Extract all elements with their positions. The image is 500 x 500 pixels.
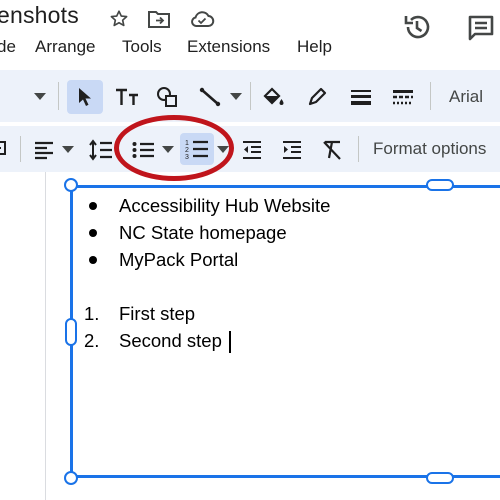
cloud-saved-icon[interactable] (189, 8, 215, 35)
menu-tools[interactable]: Tools (122, 37, 162, 57)
list-item[interactable]: NC State homepage (119, 222, 287, 244)
comments-icon[interactable] (466, 13, 496, 48)
document-title[interactable]: enshots (0, 2, 79, 29)
number-marker: 1. (84, 303, 100, 324)
decrease-indent-icon[interactable] (238, 136, 266, 164)
list-item[interactable]: First step (119, 303, 195, 325)
zoom-dropdown-icon[interactable] (32, 87, 48, 107)
number-marker: 2. (84, 330, 100, 351)
font-family-select[interactable]: Arial (449, 87, 483, 107)
border-dash-icon[interactable] (388, 80, 418, 114)
line-spacing-icon[interactable] (86, 136, 116, 164)
version-history-icon[interactable] (402, 12, 432, 47)
toolbar-divider (430, 82, 431, 110)
menu-help[interactable]: Help (297, 37, 332, 57)
text-cursor (229, 331, 231, 353)
highlight-circle-annotation (114, 115, 234, 181)
move-folder-icon[interactable] (147, 8, 171, 35)
select-tool-icon[interactable] (67, 80, 103, 114)
toolbar-divider (358, 136, 359, 162)
resize-handle-left[interactable] (65, 318, 77, 346)
shape-icon[interactable] (152, 80, 182, 114)
format-options-button[interactable]: Format options (373, 139, 486, 159)
insert-link-partial-icon[interactable] (0, 137, 10, 159)
border-color-icon[interactable] (302, 80, 332, 114)
list-item[interactable]: Accessibility Hub Website (119, 195, 330, 217)
menu-slide[interactable]: de (0, 37, 16, 57)
list-item[interactable]: Second step (119, 330, 222, 352)
toolbar-divider (20, 136, 21, 162)
star-icon[interactable] (108, 8, 130, 35)
resize-handle-top-left[interactable] (64, 178, 78, 192)
resize-handle-bottom-left[interactable] (64, 471, 78, 485)
toolbar-divider (250, 82, 251, 110)
bullet-marker (89, 229, 97, 237)
text-box-icon[interactable] (112, 80, 142, 114)
line-dropdown-icon[interactable] (228, 87, 244, 107)
list-item[interactable]: MyPack Portal (119, 249, 238, 271)
bullet-marker (89, 256, 97, 264)
bullet-marker (89, 202, 97, 210)
menu-arrange[interactable]: Arrange (35, 37, 95, 57)
align-icon[interactable] (30, 136, 58, 164)
fill-color-icon[interactable] (258, 80, 288, 114)
align-dropdown-icon[interactable] (60, 142, 76, 158)
increase-indent-icon[interactable] (278, 136, 306, 164)
resize-handle-bottom[interactable] (426, 472, 454, 484)
menu-extensions[interactable]: Extensions (187, 37, 270, 57)
canvas-gutter-line (45, 172, 46, 500)
resize-handle-top[interactable] (426, 179, 454, 191)
clear-formatting-icon[interactable] (318, 136, 346, 164)
border-weight-icon[interactable] (346, 80, 376, 114)
toolbar-divider (58, 82, 59, 110)
line-tool-icon[interactable] (195, 80, 225, 114)
